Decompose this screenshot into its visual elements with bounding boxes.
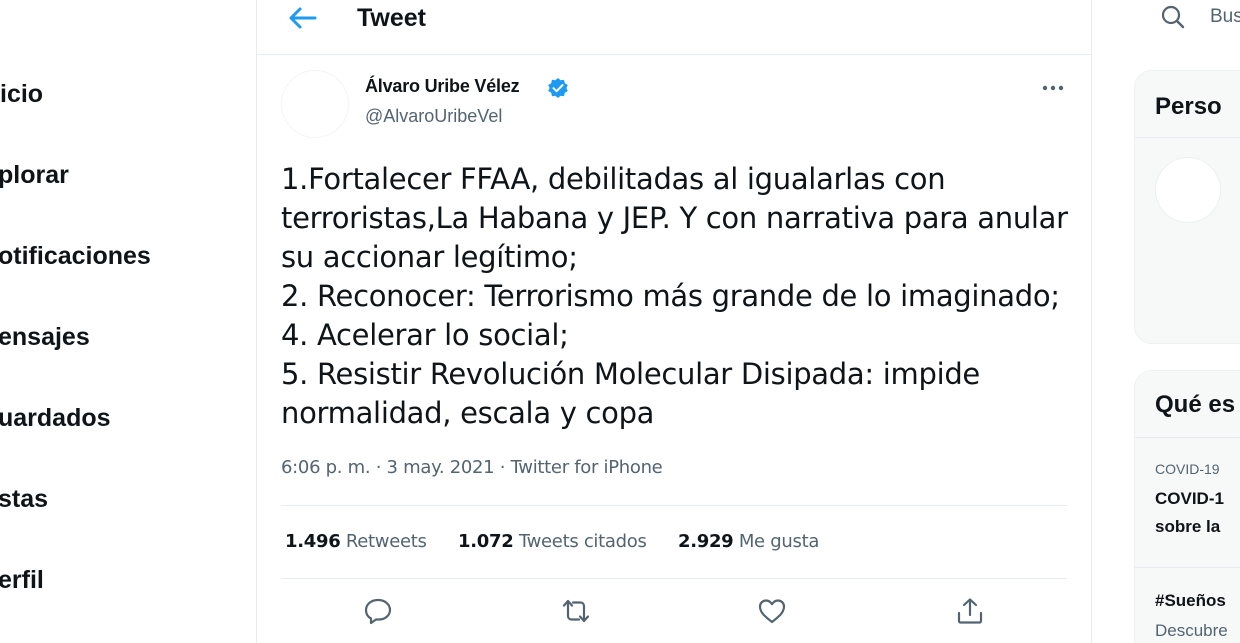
- nav-item-listas[interactable]: stas: [0, 485, 48, 514]
- likes-label: Me gusta: [738, 531, 820, 552]
- who-to-follow-title: Perso: [1155, 93, 1222, 120]
- left-navigation: icio plorar otificaciones ensajes uardad…: [0, 0, 256, 643]
- page-header: Tweet: [257, 0, 1091, 55]
- tweet-text: 1.Fortalecer FFAA, debilitadas al iguala…: [281, 160, 1071, 433]
- trend-title[interactable]: COVID-1: [1155, 489, 1224, 509]
- tweet-text-line: 5. Resistir Revolución Molecular Disipad…: [281, 357, 980, 391]
- quotes-label: Tweets citados: [518, 531, 647, 552]
- trends-title: Qué es: [1155, 391, 1236, 418]
- nav-item-explorar[interactable]: plorar: [0, 161, 69, 190]
- retweets-stat[interactable]: 1.496 Retweets: [285, 531, 427, 552]
- tweet-text-line: 1.Fortalecer FFAA, debilitadas al iguala…: [281, 162, 946, 196]
- author-handle[interactable]: @AlvaroUribeVel: [365, 106, 502, 127]
- nav-item-mensajes[interactable]: ensajes: [0, 323, 90, 352]
- tweet-text-line: terroristas,La Habana y JEP. Y con narra…: [281, 201, 1068, 235]
- tweet-text-line: su accionar legítimo;: [281, 240, 578, 274]
- trend-category: COVID-19: [1155, 461, 1220, 477]
- retweets-label: Retweets: [345, 531, 427, 552]
- divider: [1135, 567, 1240, 568]
- nav-item-guardados[interactable]: uardados: [0, 404, 111, 433]
- trend-title[interactable]: sobre la: [1155, 517, 1220, 537]
- tweet-stats: 1.496 Retweets 1.072 Tweets citados 2.92…: [285, 531, 845, 552]
- retweets-count: 1.496: [285, 531, 341, 552]
- right-sidebar: Bus Perso Qué es COVID-19 COVID-1 sobre …: [1090, 0, 1240, 643]
- share-icon[interactable]: [955, 596, 985, 626]
- search-input[interactable]: Bus: [1210, 6, 1240, 28]
- search-icon: [1161, 5, 1185, 29]
- who-to-follow-card: Perso: [1134, 70, 1240, 344]
- nav-item-notificaciones[interactable]: otificaciones: [0, 242, 151, 271]
- likes-stat[interactable]: 2.929 Me gusta: [678, 531, 819, 552]
- reply-icon[interactable]: [363, 596, 393, 626]
- suggested-user-avatar[interactable]: [1155, 157, 1221, 223]
- more-options-icon[interactable]: [1039, 78, 1067, 98]
- page-title: Tweet: [357, 4, 426, 32]
- trend-title[interactable]: #Sueños: [1155, 591, 1226, 611]
- trend-subtitle: Descubre: [1155, 621, 1228, 640]
- author-name[interactable]: Álvaro Uribe Vélez: [365, 76, 520, 97]
- divider: [1135, 137, 1240, 138]
- avatar[interactable]: [281, 70, 349, 138]
- likes-count: 2.929: [677, 531, 734, 552]
- nav-item-inicio[interactable]: icio: [0, 80, 43, 109]
- like-icon[interactable]: [757, 596, 787, 626]
- tweet-text-line: 2. Reconocer: Terrorismo más grande de l…: [281, 279, 1060, 313]
- divider: [1135, 437, 1240, 438]
- main-column: Tweet Álvaro Uribe Vélez @AlvaroUribeVel…: [256, 0, 1092, 643]
- retweet-icon[interactable]: [561, 596, 591, 626]
- tweet-text-line: normalidad, escala y copa: [281, 396, 655, 430]
- verified-badge-icon: [548, 78, 568, 98]
- tweet-text-line: 4. Acelerar lo social;: [281, 318, 569, 352]
- quotes-count: 1.072: [458, 531, 514, 552]
- back-arrow-icon[interactable]: [285, 4, 319, 32]
- tweet-timestamp[interactable]: 6:06 p. m. · 3 may. 2021 · Twitter for i…: [281, 457, 663, 478]
- nav-item-perfil[interactable]: erfil: [0, 566, 44, 595]
- quotes-stat[interactable]: 1.072 Tweets citados: [458, 531, 647, 552]
- divider: [281, 505, 1067, 506]
- divider: [281, 578, 1067, 579]
- trends-card: Qué es COVID-19 COVID-1 sobre la #Sueños…: [1134, 370, 1240, 643]
